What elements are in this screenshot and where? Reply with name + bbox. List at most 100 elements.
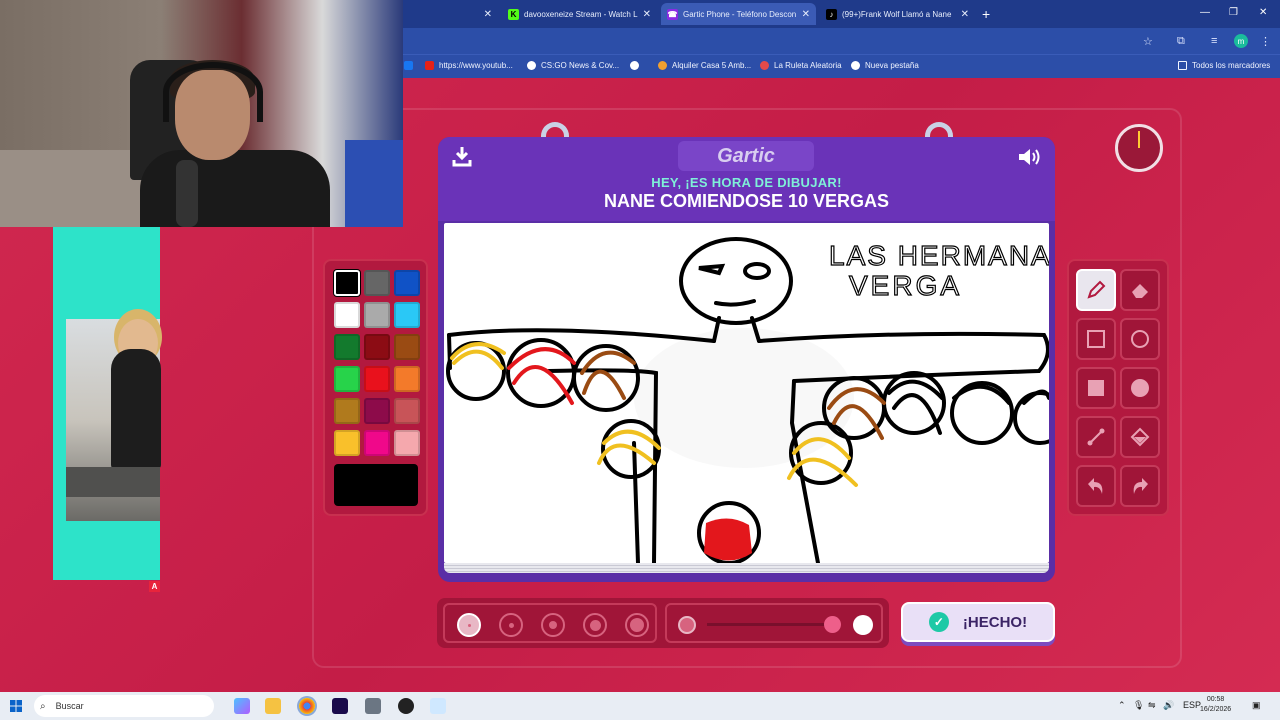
- notifications-icon[interactable]: ▣: [1252, 700, 1261, 711]
- close-window-icon[interactable]: ✕: [1259, 7, 1267, 18]
- bookmark-label: Todos los marcadores: [1192, 61, 1271, 70]
- rectangle-filled-tool[interactable]: [1076, 367, 1116, 409]
- laptop-icon: [66, 467, 160, 497]
- bookmark-label: Alquiler Casa 5 Amb...: [672, 61, 752, 70]
- close-icon[interactable]: ✕: [801, 8, 810, 20]
- done-button[interactable]: ✓ ¡HECHO!: [901, 602, 1055, 642]
- chevron-up-icon[interactable]: ⌃: [1118, 700, 1126, 711]
- speaker-icon[interactable]: [1017, 147, 1041, 167]
- color-swatch[interactable]: [334, 366, 360, 392]
- bookmark-ruleta[interactable]: La Ruleta Aleatoria: [760, 61, 842, 70]
- wheel-icon: [760, 61, 769, 70]
- app-icon[interactable]: [430, 698, 446, 714]
- menu-icon[interactable]: ⋮: [1260, 35, 1271, 48]
- brush-size-2[interactable]: [499, 613, 523, 637]
- profile-avatar[interactable]: m: [1234, 34, 1248, 48]
- eraser-tool[interactable]: [1120, 269, 1160, 311]
- close-icon[interactable]: ✕: [961, 9, 969, 20]
- extensions-icon[interactable]: ⧉: [1177, 35, 1185, 48]
- color-swatch[interactable]: [364, 398, 390, 424]
- microphone-tray-icon[interactable]: 🎙: [1133, 700, 1144, 711]
- color-swatch[interactable]: [364, 334, 390, 360]
- secondary-video-overlay: [53, 227, 161, 580]
- rectangle-outline-tool[interactable]: [1076, 318, 1116, 360]
- bookmark-youtube[interactable]: https://www.youtub...: [425, 61, 513, 70]
- color-swatch[interactable]: [394, 398, 420, 424]
- undo-tool[interactable]: [1076, 465, 1116, 507]
- pencil-tool[interactable]: [1076, 269, 1116, 311]
- brush-controls: [437, 598, 889, 648]
- opacity-slider-track[interactable]: [707, 623, 833, 626]
- bookmark-globe[interactable]: [630, 61, 644, 70]
- color-swatch[interactable]: [334, 270, 360, 296]
- file-explorer-icon[interactable]: [265, 698, 281, 714]
- redo-tool[interactable]: [1120, 465, 1160, 507]
- gartic-logo: Gartic: [678, 141, 814, 171]
- webcam-overlay: [0, 0, 403, 227]
- brush-size-3[interactable]: [541, 613, 565, 637]
- close-icon[interactable]: ✕: [643, 9, 651, 20]
- bookmark-alquiler[interactable]: Alquiler Casa 5 Amb...: [658, 61, 751, 70]
- circle-outline-tool[interactable]: [1120, 318, 1160, 360]
- circle-filled-tool[interactable]: [1120, 367, 1160, 409]
- kick-icon: K: [508, 8, 519, 20]
- color-swatch[interactable]: [334, 302, 360, 328]
- tiktok-icon: ♪: [826, 8, 837, 20]
- clock[interactable]: 00:58 16/2/2026: [1200, 695, 1231, 715]
- bookmark-nueva[interactable]: Nueva pestaña: [851, 61, 919, 70]
- bookmark-csgo[interactable]: CS:GO News & Cov...: [527, 61, 619, 70]
- calculator-icon[interactable]: [365, 698, 381, 714]
- color-swatch[interactable]: [364, 270, 390, 296]
- copilot-icon[interactable]: [234, 698, 250, 714]
- globe-icon: [527, 61, 536, 70]
- globe-icon: [851, 61, 860, 70]
- facebook-icon[interactable]: [404, 61, 418, 70]
- language-indicator[interactable]: ESP: [1183, 700, 1201, 710]
- drawing-notebook: Gartic HEY, ¡ES HORA DE DIBUJAR! NANE CO…: [438, 137, 1055, 582]
- done-label: ¡HECHO!: [962, 613, 1028, 631]
- volume-icon[interactable]: 🔊: [1163, 700, 1174, 711]
- color-swatch[interactable]: [334, 334, 360, 360]
- drawing: LAS HERMANAS VERGA: [446, 237, 1049, 563]
- close-icon[interactable]: ✕: [484, 9, 492, 20]
- pencil-icon: [1087, 280, 1106, 299]
- star-icon[interactable]: ☆: [1143, 35, 1153, 48]
- brush-size-5[interactable]: [625, 613, 649, 637]
- premiere-icon[interactable]: [332, 698, 348, 714]
- browser-tab-3[interactable]: ☎ Gartic Phone - Teléfono Descon ✕: [661, 3, 816, 25]
- browser-tab-4[interactable]: ♪ (99+)Frank Wolf Llamó a Nane ✕: [820, 3, 975, 25]
- taskbar-search[interactable]: ⌕ Buscar: [34, 695, 214, 717]
- restore-icon[interactable]: ❐: [1229, 7, 1238, 18]
- obs-icon[interactable]: [398, 698, 414, 714]
- video-frame: [66, 319, 161, 521]
- eraser-icon: [1132, 284, 1148, 298]
- brush-size-1[interactable]: [457, 613, 481, 637]
- color-swatch[interactable]: [394, 270, 420, 296]
- download-icon[interactable]: [452, 145, 472, 167]
- minimize-icon[interactable]: —: [1200, 7, 1210, 18]
- opacity-slider-thumb[interactable]: [824, 616, 841, 633]
- opacity-max-icon: [853, 615, 873, 635]
- brush-size-group: [443, 603, 657, 643]
- chrome-icon[interactable]: [299, 698, 315, 714]
- color-swatch[interactable]: [394, 430, 420, 456]
- network-icon[interactable]: ⇋: [1148, 700, 1156, 711]
- media-icon[interactable]: ≡: [1211, 35, 1217, 47]
- line-tool[interactable]: [1076, 416, 1116, 458]
- color-swatch[interactable]: [394, 334, 420, 360]
- color-swatch[interactable]: [334, 398, 360, 424]
- bucket-tool[interactable]: [1120, 416, 1160, 458]
- color-swatch[interactable]: [394, 366, 420, 392]
- windows-start-icon[interactable]: [10, 700, 22, 712]
- color-swatch[interactable]: [364, 302, 390, 328]
- color-swatch[interactable]: [364, 366, 390, 392]
- clock-date: 16/2/2026: [1200, 706, 1232, 713]
- all-bookmarks[interactable]: Todos los marcadores: [1178, 61, 1270, 70]
- color-swatch[interactable]: [394, 302, 420, 328]
- new-tab-button[interactable]: +: [982, 6, 990, 22]
- drawing-canvas[interactable]: LAS HERMANAS VERGA: [444, 223, 1049, 563]
- color-swatch[interactable]: [334, 430, 360, 456]
- browser-tab-2[interactable]: K davooxeneize Stream - Watch L ✕: [502, 3, 657, 25]
- color-swatch[interactable]: [364, 430, 390, 456]
- brush-size-4[interactable]: [583, 613, 607, 637]
